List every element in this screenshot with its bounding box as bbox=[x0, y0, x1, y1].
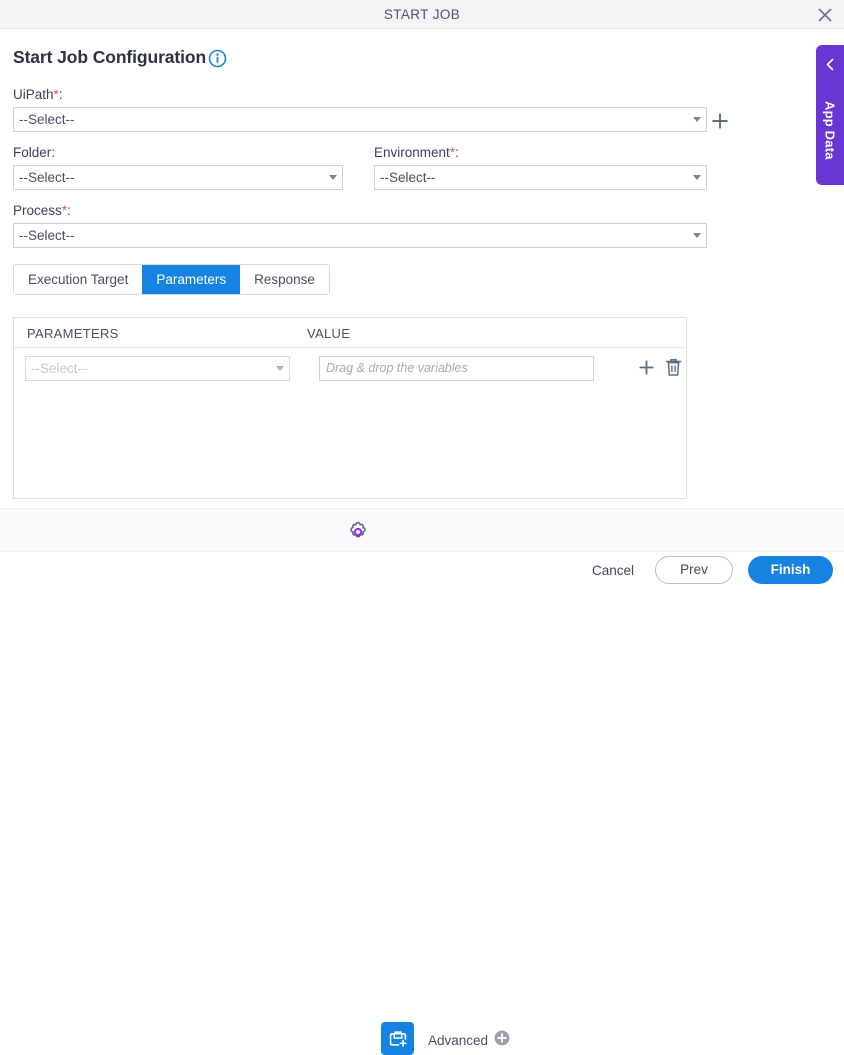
uipath-label: UiPath*: bbox=[13, 87, 63, 102]
uipath-select-value: --Select-- bbox=[19, 112, 75, 127]
tab-parameters[interactable]: Parameters bbox=[142, 265, 241, 294]
column-header-parameters: PARAMETERS bbox=[27, 326, 119, 341]
cancel-button[interactable]: Cancel bbox=[592, 563, 634, 578]
environment-select-value: --Select-- bbox=[380, 170, 436, 185]
environment-label-colon: : bbox=[455, 145, 459, 160]
page-title: Start Job Configuration bbox=[13, 47, 207, 67]
environment-label-text: Environment bbox=[374, 145, 450, 160]
uipath-label-text: UiPath bbox=[13, 87, 54, 102]
environment-select[interactable]: --Select-- bbox=[374, 165, 707, 190]
prev-button[interactable]: Prev bbox=[655, 556, 733, 584]
table-row: --Select-- Drag & drop the variables bbox=[14, 348, 686, 388]
close-icon[interactable] bbox=[814, 4, 836, 26]
tab-execution-target[interactable]: Execution Target bbox=[14, 265, 143, 294]
process-select[interactable]: --Select-- bbox=[13, 223, 707, 248]
chevron-left-icon bbox=[816, 55, 844, 73]
environment-label: Environment*: bbox=[374, 145, 459, 160]
info-circle-icon[interactable] bbox=[208, 49, 227, 68]
briefcase-plus-icon[interactable] bbox=[381, 1022, 414, 1055]
process-label: Process*: bbox=[13, 203, 71, 218]
table-header-row: PARAMETERS VALUE bbox=[14, 318, 686, 348]
advanced-label: Advanced bbox=[428, 1032, 489, 1048]
dialog-title: START JOB bbox=[383, 7, 461, 22]
advanced-toolbar: Advanced bbox=[0, 508, 844, 1055]
process-select-value: --Select-- bbox=[19, 228, 75, 243]
chevron-down-icon bbox=[276, 366, 284, 371]
add-uipath-button[interactable] bbox=[710, 111, 730, 136]
folder-label-text: Folder bbox=[13, 145, 52, 160]
app-data-panel-tab[interactable]: App Data bbox=[816, 45, 844, 185]
uipath-select[interactable]: --Select-- bbox=[13, 107, 707, 132]
chevron-down-icon bbox=[693, 117, 701, 122]
advanced-button[interactable]: Advanced bbox=[428, 1030, 510, 1050]
config-tabs: Execution Target Parameters Response bbox=[13, 264, 330, 295]
app-data-label: App Data bbox=[822, 100, 838, 160]
dialog-body: Start Job Configuration UiPath*: --Selec… bbox=[0, 29, 844, 508]
finish-button[interactable]: Finish bbox=[748, 556, 833, 584]
dialog-titlebar: START JOB bbox=[0, 0, 844, 29]
uipath-label-colon: : bbox=[58, 87, 63, 102]
folder-label-colon: : bbox=[51, 145, 56, 160]
gear-icon[interactable] bbox=[346, 520, 370, 544]
plus-circle-icon bbox=[494, 1030, 510, 1051]
column-header-value: VALUE bbox=[307, 326, 351, 341]
folder-select-value: --Select-- bbox=[19, 170, 75, 185]
delete-parameter-button[interactable] bbox=[664, 357, 683, 383]
parameter-select-value: --Select-- bbox=[31, 361, 87, 376]
tab-response[interactable]: Response bbox=[240, 265, 329, 294]
process-label-colon: : bbox=[67, 203, 71, 218]
folder-label: Folder: bbox=[13, 145, 55, 160]
add-parameter-button[interactable] bbox=[637, 358, 656, 382]
process-label-text: Process bbox=[13, 203, 62, 218]
chevron-down-icon bbox=[329, 175, 337, 180]
folder-select[interactable]: --Select-- bbox=[13, 165, 343, 190]
parameter-select[interactable]: --Select-- bbox=[25, 356, 290, 381]
parameter-value-input[interactable]: Drag & drop the variables bbox=[319, 356, 594, 381]
chevron-down-icon bbox=[693, 233, 701, 238]
parameters-table: PARAMETERS VALUE --Select-- Drag & drop … bbox=[13, 317, 687, 499]
chevron-down-icon bbox=[693, 175, 701, 180]
